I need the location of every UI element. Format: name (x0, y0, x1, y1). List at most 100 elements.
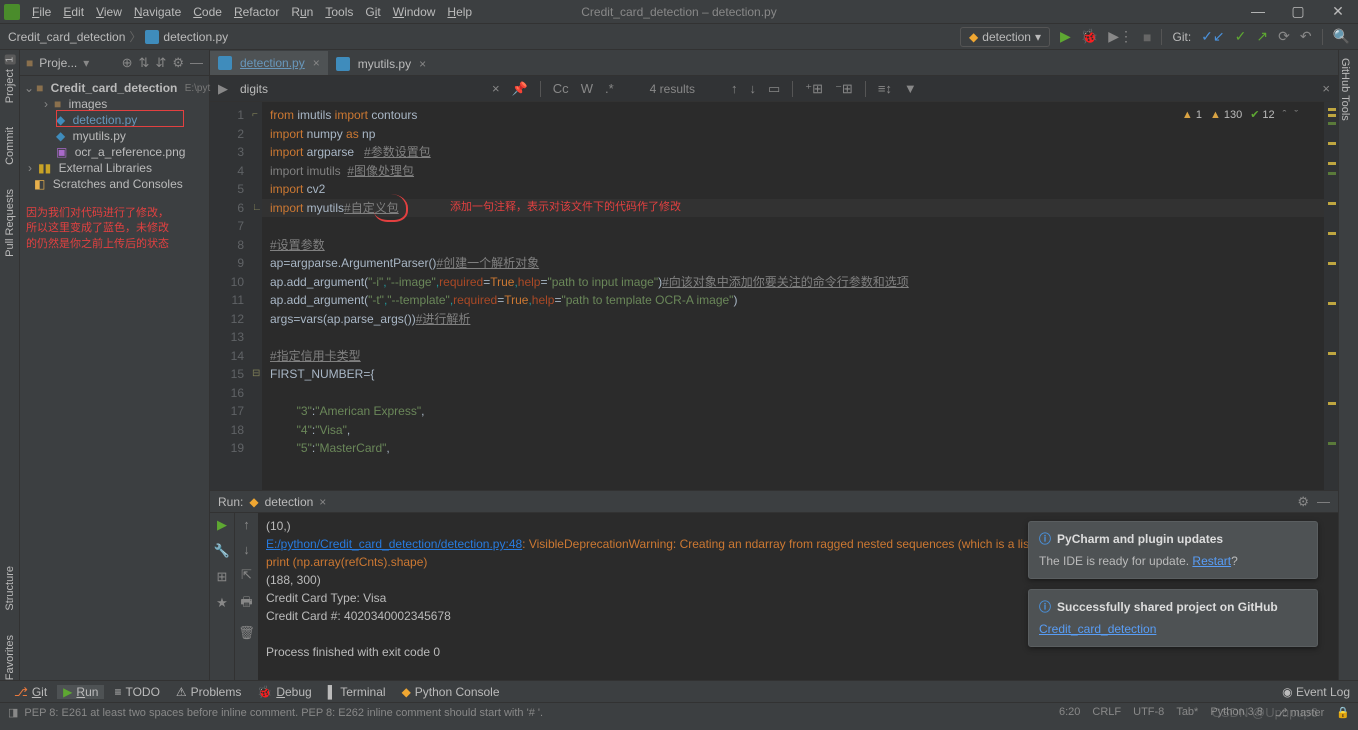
run-coverage-button[interactable]: ▶⋮ (1108, 28, 1133, 45)
breadcrumb-file[interactable]: detection.py (163, 30, 228, 44)
git-commit-button[interactable]: ✓ (1235, 28, 1247, 45)
git-push-button[interactable]: ↗ (1256, 28, 1268, 45)
project-header-title[interactable]: Proje... (39, 56, 77, 70)
status-indicator-icon[interactable]: ◨ (8, 706, 18, 719)
pullrequests-tool-button[interactable]: Pull Requests (4, 189, 16, 257)
menu-git[interactable]: Git (359, 5, 386, 19)
git-update-button[interactable]: ✓↙ (1201, 28, 1224, 45)
menu-code[interactable]: Code (187, 5, 228, 19)
export-icon[interactable]: ⇱ (241, 567, 252, 583)
inspection-summary[interactable]: ▲1 ▲130 ✔12 ˆˇ (1182, 106, 1298, 125)
file-link[interactable]: E:/python/Credit_card_detection/detectio… (266, 537, 522, 551)
run-configuration-selector[interactable]: ◆ detection ▾ (960, 27, 1050, 47)
tree-file-ocr[interactable]: ▣ ocr_a_reference.png (20, 144, 209, 160)
print-icon[interactable]: 🖶 (240, 593, 252, 615)
tree-scratches[interactable]: ◧ Scratches and Consoles (20, 176, 209, 192)
info-icon: ⓘ (1039, 598, 1051, 616)
stop-button[interactable]: ■ (1143, 29, 1151, 45)
structure-tool-button[interactable]: Structure (4, 566, 16, 611)
search-text[interactable]: digits (240, 82, 268, 96)
menu-help[interactable]: Help (441, 5, 478, 19)
close-tab-icon[interactable]: × (419, 57, 426, 71)
menu-refactor[interactable]: Refactor (228, 5, 285, 19)
btab-problems[interactable]: ⚠Problems (170, 685, 247, 699)
collapse-icon[interactable]: ⇵ (155, 55, 166, 71)
status-indent[interactable]: Tab* (1176, 706, 1198, 719)
minimize-button[interactable]: — (1238, 3, 1278, 20)
project-tool-button[interactable]: Project1 (4, 54, 16, 103)
menu-file[interactable]: File (26, 5, 57, 19)
debug-button[interactable]: 🐞 (1081, 28, 1098, 45)
menu-edit[interactable]: Edit (57, 5, 90, 19)
tool-icon[interactable]: 🔧 (214, 543, 230, 559)
github-link[interactable]: Credit_card_detection (1039, 622, 1156, 636)
git-rollback-button[interactable]: ↶ (1300, 28, 1312, 45)
menu-tools[interactable]: Tools (319, 5, 359, 19)
down-icon[interactable]: ↓ (243, 542, 250, 557)
favorites-tool-button[interactable]: Favorites (4, 635, 16, 680)
menu-run[interactable]: Run (285, 5, 319, 19)
event-log-button[interactable]: ◉ Event Log (1282, 685, 1350, 699)
search-everywhere-button[interactable]: 🔍 (1333, 28, 1350, 45)
next-match-icon[interactable]: ↓ (750, 81, 757, 96)
console-output[interactable]: (10,) E:/python/Credit_card_detection/de… (258, 513, 1338, 680)
filter-icon[interactable]: ▼ (904, 81, 917, 96)
layout-icon[interactable]: ⊞ (217, 569, 228, 585)
tab-myutils[interactable]: myutils.py × (328, 50, 434, 75)
breadcrumb-root[interactable]: Credit_card_detection (8, 30, 125, 44)
status-position[interactable]: 6:20 (1059, 706, 1080, 719)
tree-root[interactable]: ⌄■ Credit_card_detection E:\pyt (20, 80, 209, 96)
python-file-icon (145, 30, 159, 44)
rerun-icon[interactable]: ▶ (217, 517, 227, 533)
clear-search-icon[interactable]: × (492, 81, 500, 96)
btab-terminal[interactable]: ▌Terminal (322, 685, 392, 699)
git-history-button[interactable]: ⟳ (1278, 28, 1290, 45)
btab-git[interactable]: ⎇Git (8, 685, 53, 699)
run-settings-icon[interactable]: ⚙ (1297, 494, 1309, 510)
words-icon[interactable]: W (581, 81, 593, 96)
run-button[interactable]: ▶ (1060, 28, 1071, 45)
match-case-icon[interactable]: Cc (553, 81, 569, 96)
lock-icon[interactable]: 🔒 (1336, 706, 1350, 719)
error-stripe[interactable] (1324, 102, 1338, 490)
gutter-marks: ⌐ ∟ ⊟ (252, 102, 262, 490)
btab-python-console[interactable]: ◆Python Console (396, 685, 506, 699)
close-tab-icon[interactable]: × (313, 56, 320, 70)
expand-icon[interactable]: ⇅ (139, 55, 150, 71)
select-all-icon[interactable]: ▭ (768, 81, 780, 97)
status-lineending[interactable]: CRLF (1092, 706, 1121, 719)
pin-icon[interactable]: ★ (216, 595, 228, 611)
tree-file-myutils[interactable]: ◆ myutils.py (20, 128, 209, 144)
add-selection-icon[interactable]: ⁺⊞ (805, 81, 823, 97)
pin-icon[interactable]: 📌 (512, 81, 528, 97)
menu-window[interactable]: Window (387, 5, 442, 19)
tab-detection[interactable]: detection.py × (210, 50, 328, 75)
menu-view[interactable]: View (90, 5, 128, 19)
btab-run[interactable]: ▶Run (57, 685, 104, 699)
trash-icon[interactable]: 🗑 (238, 625, 255, 641)
code-editor[interactable]: 12345678910111213141516171819 ⌐ ∟ ⊟ from… (210, 102, 1338, 490)
commit-tool-button[interactable]: Commit (4, 127, 16, 165)
hide-icon[interactable]: — (190, 55, 203, 70)
locate-icon[interactable]: ⊕ (122, 55, 133, 71)
notification-updates[interactable]: ⓘPyCharm and plugin updates The IDE is r… (1028, 521, 1318, 579)
tree-external-libs[interactable]: ›▮▮ External Libraries (20, 160, 209, 176)
github-tools-button[interactable]: GitHub Tools (1339, 58, 1351, 121)
menu-navigate[interactable]: Navigate (128, 5, 187, 19)
remove-selection-icon[interactable]: ⁻⊞ (835, 81, 853, 97)
run-icon[interactable]: ▶ (218, 81, 228, 97)
settings-icon[interactable]: ≡↕ (878, 81, 892, 96)
up-icon[interactable]: ↑ (243, 517, 250, 532)
status-encoding[interactable]: UTF-8 (1133, 706, 1164, 719)
maximize-button[interactable]: ▢ (1278, 3, 1318, 20)
close-find-icon[interactable]: × (1322, 81, 1330, 96)
notification-github[interactable]: ⓘSuccessfully shared project on GitHub C… (1028, 589, 1318, 647)
prev-match-icon[interactable]: ↑ (731, 81, 738, 96)
hide-run-icon[interactable]: — (1317, 494, 1330, 510)
regex-icon[interactable]: .* (605, 81, 614, 96)
restart-link[interactable]: Restart (1192, 554, 1231, 568)
btab-debug[interactable]: 🐞Debug (251, 685, 317, 699)
btab-todo[interactable]: ≡TODO (108, 685, 165, 699)
close-button[interactable]: ✕ (1318, 3, 1358, 20)
settings-icon[interactable]: ⚙ (172, 55, 184, 71)
